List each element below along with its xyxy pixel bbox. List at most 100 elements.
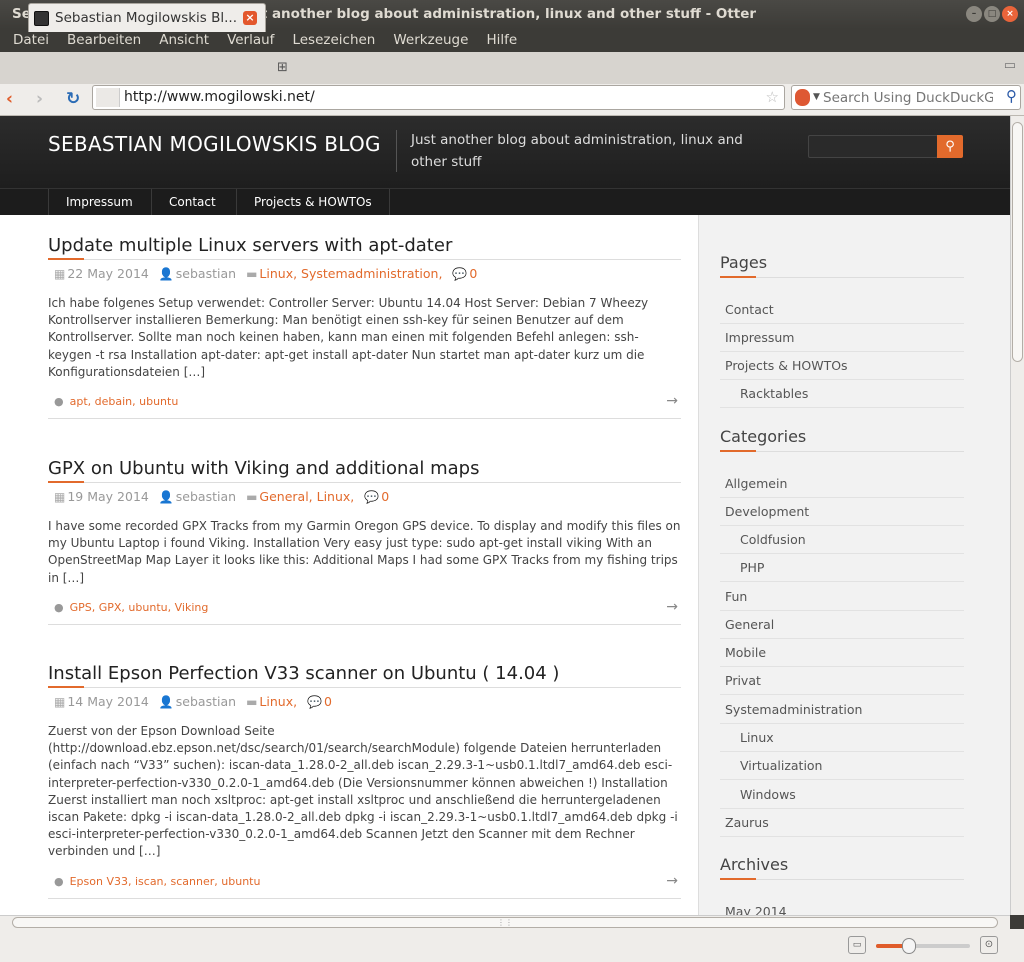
nav-contact[interactable]: Contact (151, 189, 233, 216)
tag-icon: ● (54, 395, 64, 409)
post-tag-links[interactable]: Epson V33, iscan, scanner, ubuntu (70, 875, 261, 888)
comment-icon: 💬 (307, 695, 322, 709)
arrow-right-icon[interactable]: → (666, 393, 678, 409)
sidebar-category[interactable]: Coldfusion (720, 526, 964, 555)
sidebar-category[interactable]: Privat (720, 667, 964, 696)
post-comments[interactable]: 0 (381, 489, 389, 504)
post-tag-links[interactable]: GPS, GPX, ubuntu, Viking (70, 601, 209, 614)
address-bar[interactable]: http://www.mogilowski.net/ ☆ (92, 85, 785, 110)
arrow-right-icon[interactable]: → (666, 599, 678, 615)
post-categories[interactable]: General, Linux, (259, 489, 354, 504)
post-title[interactable]: Install Epson Perfection V33 scanner on … (48, 663, 681, 688)
bookmark-star-icon[interactable]: ☆ (766, 88, 779, 106)
sidebar-category[interactable]: Virtualization (720, 752, 964, 781)
tab-list-icon[interactable]: ▭ (1004, 58, 1016, 73)
minimize-icon[interactable]: – (966, 6, 982, 22)
site-title[interactable]: SEBASTIAN MOGILOWSKIS BLOG (48, 132, 381, 156)
new-tab-icon[interactable]: ⊞ (277, 60, 288, 75)
post: Update multiple Linux servers with apt-d… (48, 235, 681, 420)
sidebar-category[interactable]: Systemadministration (720, 696, 964, 725)
sidebar-category[interactable]: Mobile (720, 639, 964, 668)
post-comments[interactable]: 0 (324, 694, 332, 709)
zoom-reset-icon[interactable]: ⊙ (980, 936, 998, 954)
chevron-down-icon[interactable]: ▼ (813, 89, 820, 106)
user-icon: 👤 (158, 490, 174, 504)
post-tag-links[interactable]: apt, debain, ubuntu (70, 395, 179, 408)
post-categories[interactable]: Linux, Systemadministration, (259, 266, 442, 281)
sidebar-page-contact[interactable]: Contact (720, 296, 964, 325)
zoom-slider[interactable] (876, 938, 970, 954)
search-icon[interactable]: ⚲ (1006, 87, 1017, 105)
browser-tab[interactable]: Sebastian Mogilowskis Bl... × (28, 3, 266, 32)
search-input[interactable] (823, 88, 993, 107)
tag-icon: ● (54, 874, 64, 888)
post-excerpt: Zuerst von der Epson Download Seite (htt… (48, 724, 678, 859)
sidebar-page-impressum[interactable]: Impressum (720, 324, 964, 353)
site-search-icon[interactable]: ⚲ (937, 135, 963, 158)
post-meta: ▦ 19 May 2014 👤 sebastian ▬ General, Linux,… (48, 488, 681, 506)
menu-verlauf[interactable]: Verlauf (218, 29, 283, 52)
post: GPX on Ubuntu with Viking and additional… (48, 458, 681, 625)
post-title[interactable]: Update multiple Linux servers with apt-d… (48, 235, 681, 260)
menu-lesezeichen[interactable]: Lesezeichen (283, 29, 384, 52)
site-search-input[interactable] (808, 135, 938, 158)
address-url[interactable]: http://www.mogilowski.net/ (124, 86, 315, 109)
vertical-scroll-thumb[interactable] (1012, 122, 1023, 362)
horizontal-scrollbar[interactable]: ⋮⋮ (0, 915, 1010, 929)
tab-title: Sebastian Mogilowskis Bl... (55, 10, 238, 26)
folder-icon: ▬ (246, 695, 258, 709)
tab-bar (0, 52, 1024, 84)
sidebar-category[interactable]: Windows (720, 781, 964, 810)
folder-icon: ▬ (246, 267, 258, 281)
menu-datei[interactable]: Datei (4, 29, 58, 52)
menu-bearbeiten[interactable]: Bearbeiten (58, 29, 150, 52)
sidebar-archive[interactable]: May 2014 (720, 898, 964, 915)
search-bar[interactable]: ▼ ⚲ (791, 85, 1021, 110)
post-meta: ▦ 14 May 2014 👤 sebastian ▬ Linux, 💬 0 (48, 693, 681, 711)
sidebar-category[interactable]: Development (720, 498, 964, 527)
arrow-right-icon[interactable]: → (666, 873, 678, 889)
duckduckgo-icon[interactable] (795, 89, 810, 106)
header-divider (396, 130, 397, 172)
user-icon: 👤 (158, 695, 174, 709)
comment-icon: 💬 (364, 490, 380, 504)
sidebar-category[interactable]: Fun (720, 583, 964, 612)
calendar-icon: ▦ (54, 490, 66, 504)
horizontal-scroll-thumb[interactable]: ⋮⋮ (12, 917, 998, 928)
close-tab-icon[interactable]: × (243, 11, 257, 25)
sidebar-category[interactable]: Zaurus (720, 809, 964, 838)
menu-ansicht[interactable]: Ansicht (150, 29, 218, 52)
close-window-icon[interactable]: × (1002, 6, 1018, 22)
post-comments[interactable]: 0 (469, 266, 477, 281)
maximize-icon[interactable]: □ (984, 6, 1000, 22)
site-favicon-icon (34, 10, 49, 26)
zoom-slider-knob[interactable] (901, 938, 916, 954)
post-title[interactable]: GPX on Ubuntu with Viking and additional… (48, 458, 681, 483)
menu-werkzeuge[interactable]: Werkzeuge (384, 29, 477, 52)
sidebar-category[interactable]: General (720, 611, 964, 640)
nav-impressum[interactable]: Impressum (48, 189, 150, 216)
page-viewport: SEBASTIAN MOGILOWSKIS BLOG Just another … (0, 116, 1010, 915)
sidebar-page-racktables[interactable]: Racktables (720, 380, 964, 409)
calendar-icon: ▦ (54, 267, 66, 281)
post-excerpt: I have some recorded GPX Tracks from my … (48, 519, 681, 585)
back-icon[interactable]: ‹ (6, 88, 13, 110)
sidebar-category[interactable]: PHP (720, 554, 964, 583)
vertical-scrollbar[interactable] (1010, 116, 1024, 915)
nav-projects-howtos[interactable]: Projects & HOWTOs (236, 189, 390, 216)
site-identity-icon[interactable] (96, 88, 120, 107)
sidebar-page-projects[interactable]: Projects & HOWTOs (720, 352, 964, 381)
zoom-out-icon[interactable]: ▭ (848, 936, 866, 954)
sidebar-category[interactable]: Allgemein (720, 470, 964, 499)
comment-icon: 💬 (452, 267, 468, 281)
reload-icon[interactable]: ↻ (66, 88, 80, 110)
site-tagline: Just another blog about administration, … (411, 132, 743, 170)
tag-icon: ● (54, 600, 64, 614)
sidebar-category[interactable]: Linux (720, 724, 964, 753)
forward-icon[interactable]: › (36, 88, 43, 110)
menu-hilfe[interactable]: Hilfe (477, 29, 526, 52)
post-date: 14 May 2014 (67, 694, 149, 709)
post-tags: ● Epson V33, iscan, scanner, ubuntu → (48, 873, 681, 899)
site-header: SEBASTIAN MOGILOWSKIS BLOG Just another … (0, 116, 1010, 188)
post-categories[interactable]: Linux, (259, 694, 297, 709)
